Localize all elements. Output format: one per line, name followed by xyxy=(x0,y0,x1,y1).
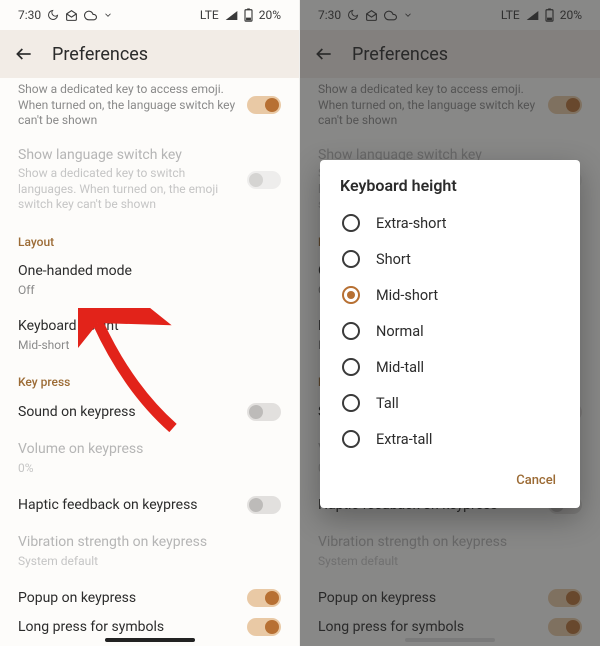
radio-icon xyxy=(342,322,360,340)
option-label: Extra-tall xyxy=(376,431,432,448)
settings-list[interactable]: Show a dedicated key to access emoji. Wh… xyxy=(0,78,299,646)
language-switch-row: Show language switch key Show a dedicate… xyxy=(0,137,299,223)
option-normal[interactable]: Normal xyxy=(320,313,580,349)
status-time: 7:30 xyxy=(18,8,41,22)
option-mid-short[interactable]: Mid-short xyxy=(320,277,580,313)
option-extra-short[interactable]: Extra-short xyxy=(320,205,580,241)
cancel-button[interactable]: Cancel xyxy=(510,467,562,494)
battery-pct: 20% xyxy=(259,8,281,22)
option-mid-tall[interactable]: Mid-tall xyxy=(320,349,580,385)
back-button[interactable] xyxy=(14,44,34,64)
radio-icon xyxy=(342,250,360,268)
phone-left: 7:30 LTE xyxy=(0,0,300,646)
dialog-title: Keyboard height xyxy=(320,176,580,205)
status-bar: 7:30 LTE xyxy=(0,0,299,30)
battery-icon xyxy=(244,8,253,22)
vibration-row: Vibration strength on keypress System de… xyxy=(0,524,299,579)
page-title: Preferences xyxy=(52,44,148,65)
keyboard-height-title: Keyboard height xyxy=(18,318,281,336)
moon-icon xyxy=(47,9,59,21)
chevron-down-icon xyxy=(103,10,113,20)
language-switch-toggle xyxy=(247,171,281,189)
sound-row[interactable]: Sound on keypress xyxy=(0,393,299,431)
vibration-title: Vibration strength on keypress xyxy=(18,534,281,552)
option-extra-tall[interactable]: Extra-tall xyxy=(320,421,580,457)
keyboard-height-row[interactable]: Keyboard height Mid-short xyxy=(0,308,299,363)
longpress-toggle[interactable] xyxy=(247,618,281,636)
nav-pill[interactable] xyxy=(105,638,195,642)
network-label: LTE xyxy=(200,8,219,22)
longpress-title: Long press for symbols xyxy=(18,619,237,637)
sound-title: Sound on keypress xyxy=(18,404,237,422)
radio-icon xyxy=(342,394,360,412)
longpress-row[interactable]: Long press for symbols xyxy=(0,617,299,637)
section-keypress: Key press xyxy=(0,363,299,393)
radio-icon xyxy=(342,430,360,448)
radio-icon xyxy=(342,286,360,304)
language-switch-title: Show language switch key xyxy=(18,147,237,165)
keyboard-height-sub: Mid-short xyxy=(18,338,281,354)
option-tall[interactable]: Tall xyxy=(320,385,580,421)
radio-icon xyxy=(342,214,360,232)
emoji-key-toggle[interactable] xyxy=(247,96,281,114)
one-handed-title: One-handed mode xyxy=(18,263,281,281)
option-short[interactable]: Short xyxy=(320,241,580,277)
haptic-title: Haptic feedback on keypress xyxy=(18,497,237,515)
vibration-sub: System default xyxy=(18,554,281,570)
popup-row[interactable]: Popup on keypress xyxy=(0,579,299,617)
option-label: Short xyxy=(376,251,411,268)
volume-row: Volume on keypress 0% xyxy=(0,431,299,486)
option-label: Tall xyxy=(376,395,399,412)
cloud-icon xyxy=(84,9,97,22)
one-handed-sub: Off xyxy=(18,283,281,299)
haptic-toggle[interactable] xyxy=(247,496,281,514)
keyboard-height-dialog: Keyboard height Extra-short Short Mid-sh… xyxy=(320,160,580,508)
signal-icon xyxy=(225,10,238,21)
app-header: Preferences xyxy=(0,30,299,78)
section-layout: Layout xyxy=(0,223,299,253)
popup-toggle[interactable] xyxy=(247,589,281,607)
option-label: Mid-tall xyxy=(376,359,424,376)
volume-sub: 0% xyxy=(18,461,281,477)
sound-toggle[interactable] xyxy=(247,403,281,421)
mail-icon xyxy=(65,9,78,22)
emoji-key-desc: Show a dedicated key to access emoji. Wh… xyxy=(18,82,237,129)
option-label: Normal xyxy=(376,323,424,340)
language-switch-sub: Show a dedicated key to switch languages… xyxy=(18,166,237,213)
haptic-row[interactable]: Haptic feedback on keypress xyxy=(0,486,299,524)
popup-title: Popup on keypress xyxy=(18,590,237,608)
radio-icon xyxy=(342,358,360,376)
emoji-key-row[interactable]: Show a dedicated key to access emoji. Wh… xyxy=(0,78,299,137)
phone-right: 7:30 LTE xyxy=(300,0,600,646)
option-label: Mid-short xyxy=(376,287,438,304)
option-label: Extra-short xyxy=(376,215,446,232)
one-handed-row[interactable]: One-handed mode Off xyxy=(0,253,299,308)
volume-title: Volume on keypress xyxy=(18,441,281,459)
